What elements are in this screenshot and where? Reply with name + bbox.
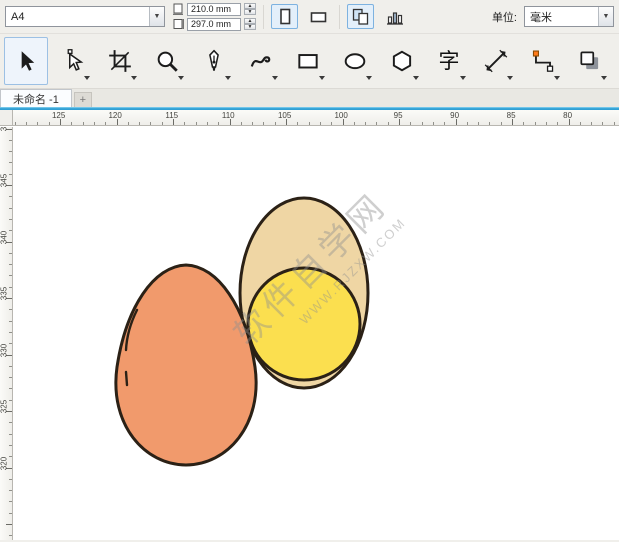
ellipse-icon: [342, 48, 368, 74]
flyout-arrow-icon: [84, 76, 90, 80]
crop-icon: [107, 48, 133, 74]
polygon-icon: [389, 48, 415, 74]
tool-connector[interactable]: [521, 37, 565, 85]
paper-size-select[interactable]: A4 ▼: [5, 6, 165, 27]
stacked-pages-icon: [350, 6, 372, 28]
flyout-arrow-icon: [413, 76, 419, 80]
tool-crop[interactable]: [98, 37, 142, 85]
ruler-origin-corner[interactable]: [0, 110, 13, 126]
drop-shadow-icon: [577, 48, 603, 74]
flyout-arrow-icon: [554, 76, 560, 80]
tool-pick[interactable]: [4, 37, 48, 85]
page-bars-icon: [384, 6, 406, 28]
chevron-down-icon: ▼: [149, 7, 164, 26]
portrait-button[interactable]: [271, 4, 298, 29]
landscape-icon: [308, 6, 330, 28]
flyout-arrow-icon: [225, 76, 231, 80]
landscape-button[interactable]: [305, 4, 332, 29]
unit-label: 单位:: [492, 9, 517, 25]
portrait-icon: [274, 6, 296, 28]
paper-width-icon: [172, 3, 184, 15]
page-size-all-pages-button[interactable]: [347, 4, 374, 29]
connector-icon: [530, 48, 556, 74]
paper-width-spinner[interactable]: ▲▼: [244, 3, 256, 15]
drawing-canvas[interactable]: 软件自学网 WWW.RJZXW.COM: [14, 127, 619, 540]
workspace: 12512011511010510095908580 3503453403353…: [0, 110, 619, 540]
dimension-icon: [483, 48, 509, 74]
paper-height-input[interactable]: 297.0 mm: [187, 18, 241, 31]
tool-text[interactable]: 字: [427, 37, 471, 85]
vertical-ruler[interactable]: 350345340335330325320: [0, 127, 13, 540]
unit-value: 毫米: [525, 9, 598, 25]
pick-arrow-icon: [13, 48, 39, 74]
document-tab-label: 未命名 -1: [13, 91, 59, 107]
toolbox: 字: [0, 33, 619, 88]
drawing-page[interactable]: 软件自学网 WWW.RJZXW.COM: [14, 127, 619, 540]
separator: [339, 5, 340, 29]
property-bar: A4 ▼ 210.0 mm ▲▼ 297.0 mm ▲▼: [0, 0, 619, 33]
artistic-media-icon: [248, 48, 274, 74]
page-size-current-page-button[interactable]: [381, 4, 408, 29]
tool-bezier-pen[interactable]: [192, 37, 236, 85]
paper-size-value: A4: [6, 11, 149, 23]
tool-rectangle[interactable]: [286, 37, 330, 85]
tool-ellipse[interactable]: [333, 37, 377, 85]
flyout-arrow-icon: [460, 76, 466, 80]
horizontal-ruler[interactable]: 12512011511010510095908580: [13, 110, 619, 126]
tab-untitled-document[interactable]: 未命名 -1: [0, 89, 72, 107]
tool-polygon[interactable]: [380, 37, 424, 85]
pen-nib-icon: [201, 48, 227, 74]
paper-height-icon: [172, 18, 184, 30]
tool-dimension[interactable]: [474, 37, 518, 85]
flyout-arrow-icon: [366, 76, 372, 80]
shape-arrow-icon: [60, 48, 86, 74]
flyout-arrow-icon: [601, 76, 607, 80]
flyout-arrow-icon: [178, 76, 184, 80]
new-document-tab-button[interactable]: +: [74, 92, 92, 107]
flyout-arrow-icon: [131, 76, 137, 80]
tool-drop-shadow[interactable]: [568, 37, 612, 85]
unit-select[interactable]: 毫米 ▼: [524, 6, 614, 27]
flyout-arrow-icon: [507, 76, 513, 80]
tool-artistic-media[interactable]: [239, 37, 283, 85]
tool-shape[interactable]: [51, 37, 95, 85]
plus-icon: +: [80, 94, 86, 106]
paper-dimensions: 210.0 mm ▲▼ 297.0 mm ▲▼: [172, 3, 256, 31]
flyout-arrow-icon: [319, 76, 325, 80]
paper-width-input[interactable]: 210.0 mm: [187, 3, 241, 16]
text-tool-glyph: 字: [439, 51, 460, 72]
whole-egg-shape[interactable]: [116, 265, 256, 465]
chevron-down-icon: ▼: [598, 7, 613, 26]
rectangle-icon: [295, 48, 321, 74]
document-tab-bar: 未命名 -1 +: [0, 88, 619, 107]
zoom-icon: [154, 48, 180, 74]
flyout-arrow-icon: [272, 76, 278, 80]
tool-zoom[interactable]: [145, 37, 189, 85]
paper-height-spinner[interactable]: ▲▼: [244, 18, 256, 30]
separator: [263, 5, 264, 29]
